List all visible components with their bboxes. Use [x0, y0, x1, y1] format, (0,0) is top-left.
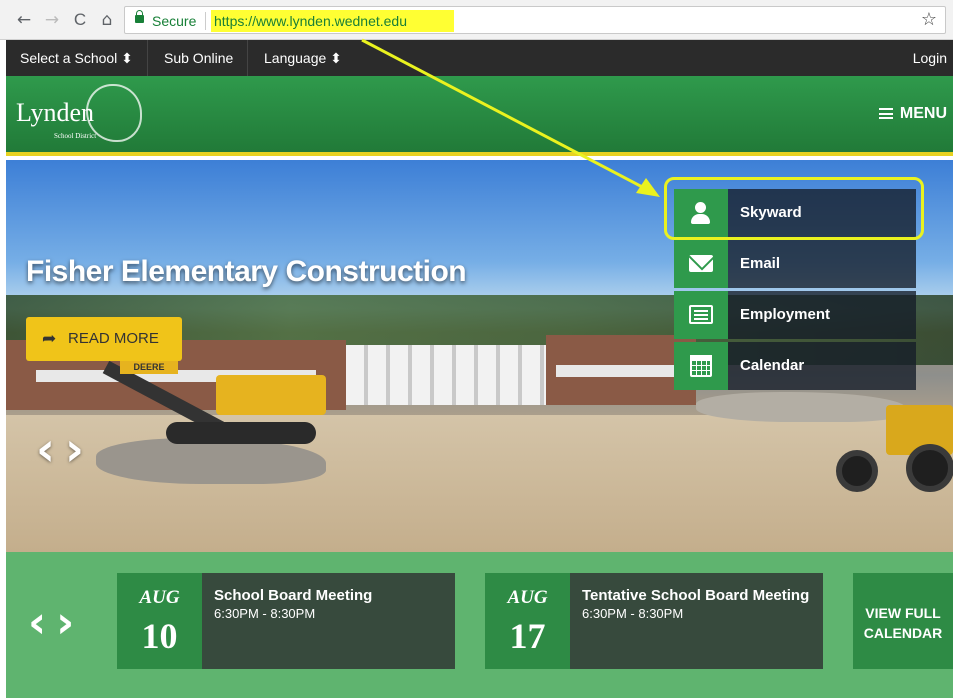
address-bar[interactable]: Secure https://www.lynden.wednet.edu ☆	[124, 6, 946, 34]
event-date: AUG 17	[485, 573, 570, 669]
event-details: Tentative School Board Meeting 6:30PM - …	[570, 573, 823, 669]
loader-wheel	[836, 450, 878, 492]
event-time: 6:30PM - 8:30PM	[582, 606, 684, 621]
secure-label: Secure	[152, 13, 197, 29]
bookmark-star-icon[interactable]: ☆	[921, 9, 937, 30]
excavator-track	[166, 422, 316, 444]
events-arrows: ‹›	[28, 597, 84, 648]
quick-link-email[interactable]: Email	[674, 240, 916, 288]
board-icon	[674, 291, 728, 339]
read-more-label: READ MORE	[68, 330, 159, 347]
calendar-label: CALENDAR	[863, 625, 943, 641]
utility-bar: Select a School ⬍ Sub Online Language ⬍ …	[6, 40, 953, 76]
event-title[interactable]: School Board Meeting	[214, 587, 443, 604]
envelope-icon	[674, 240, 728, 288]
events-next-icon[interactable]: ›	[56, 597, 84, 648]
event-day: 17	[509, 616, 546, 656]
event-day: 10	[141, 616, 178, 656]
lock-icon	[135, 10, 144, 23]
forward-arrow-icon[interactable]: →	[42, 10, 62, 30]
hero-prev-icon[interactable]: ‹	[36, 422, 65, 476]
back-arrow-icon[interactable]: ←	[14, 10, 34, 30]
language-dropdown[interactable]: Language ⬍	[250, 40, 356, 76]
event-card[interactable]: AUG 10 School Board Meeting 6:30PM - 8:3…	[117, 573, 455, 669]
quick-link-calendar[interactable]: Calendar	[674, 342, 916, 390]
logo-subtitle: School District	[54, 132, 97, 140]
hero-image-ground	[6, 415, 953, 552]
menu-button[interactable]: MENU	[878, 105, 947, 123]
quick-link-label: Calendar	[740, 357, 805, 374]
read-more-button[interactable]: ➦ READ MORE	[26, 317, 182, 361]
hero-image-siding	[346, 345, 546, 405]
loader-wheel	[906, 444, 953, 492]
quick-link-label: Employment	[740, 306, 831, 323]
sub-online-link[interactable]: Sub Online	[150, 40, 249, 76]
share-arrow-icon: ➦	[42, 329, 57, 349]
event-title[interactable]: Tentative School Board Meeting	[582, 587, 811, 604]
hero-image-rubble-right	[696, 392, 906, 422]
browser-toolbar: ← → C ⌂ Secure https://www.lynden.wednet…	[0, 0, 953, 40]
hamburger-icon	[878, 108, 893, 119]
home-icon[interactable]: ⌂	[97, 10, 117, 30]
menu-label: MENU	[899, 105, 947, 122]
events-prev-icon[interactable]: ‹	[28, 597, 56, 648]
deere-sign: DEERE	[120, 360, 178, 374]
event-time: 6:30PM - 8:30PM	[214, 606, 316, 621]
event-date: AUG 10	[117, 573, 202, 669]
excavator	[216, 375, 326, 415]
hero-title: Fisher Elementary Construction	[26, 255, 467, 288]
select-school-dropdown[interactable]: Select a School ⬍	[6, 40, 148, 76]
events-strip: ‹› AUG 10 School Board Meeting 6:30PM - …	[6, 552, 953, 698]
logo-text[interactable]: Lynden	[16, 98, 94, 128]
url-text[interactable]: https://www.lynden.wednet.edu	[211, 10, 454, 32]
view-full-label: VIEW FULL	[865, 605, 941, 621]
event-card[interactable]: AUG 17 Tentative School Board Meeting 6:…	[485, 573, 823, 669]
calendar-icon	[674, 342, 728, 390]
divider	[205, 12, 206, 30]
event-month: AUG	[507, 587, 548, 608]
event-details: School Board Meeting 6:30PM - 8:30PM	[202, 573, 455, 669]
event-month: AUG	[139, 587, 180, 608]
login-link[interactable]: Login	[913, 40, 947, 76]
hero-next-icon[interactable]: ›	[65, 422, 94, 476]
hero-arrows: ‹›	[36, 422, 94, 476]
quick-link-label: Email	[740, 255, 781, 272]
site-header: Lynden School District MENU	[6, 76, 953, 156]
annotation-highlight-box	[664, 177, 924, 240]
view-full-calendar-button[interactable]: VIEW FULL CALENDAR	[853, 573, 953, 669]
reload-icon[interactable]: C	[70, 10, 90, 30]
quick-link-employment[interactable]: Employment	[674, 291, 916, 339]
